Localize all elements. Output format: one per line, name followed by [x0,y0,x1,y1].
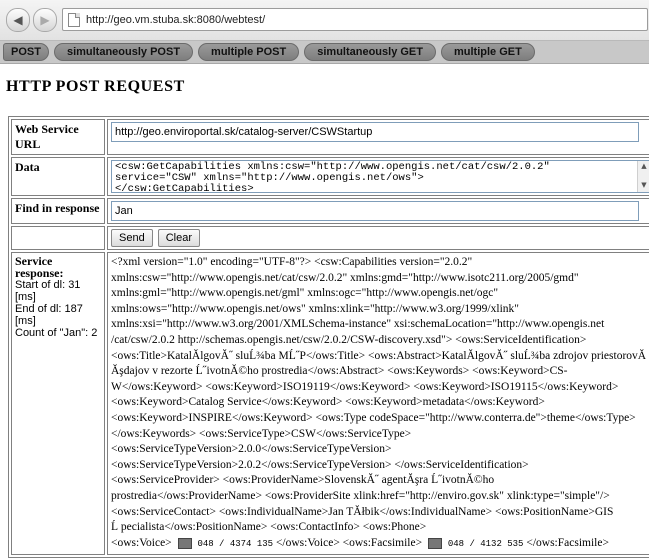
find-input[interactable]: Jan [111,201,639,221]
tab-multiple-get[interactable]: multiple GET [440,43,535,61]
find-label: Find in response [11,198,105,224]
tab-multiple-post[interactable]: multiple POST [198,43,300,61]
clear-button[interactable]: Clear [157,229,200,247]
start-time: Start of dl: 31 [ms] [15,279,81,303]
ws-url-label: Web Service URL [11,119,105,155]
voice-open: <ows:Voice> [111,536,172,549]
voice-number: 048 / 4374 135 [197,538,274,549]
page-icon [68,12,80,27]
response-label: Service response: [15,254,64,280]
response-line: W</ows:Keyword> <ows:Keyword>ISO19119</o… [111,380,619,393]
scroll-down-icon[interactable]: ▼ [638,180,649,191]
response-stats: Service response: Start of dl: 31 [ms] E… [11,252,105,556]
scroll-up-icon[interactable]: ▲ [638,161,649,172]
request-form: Web Service URL http://geo.enviroportal.… [8,116,649,558]
tab-simultaneously-post[interactable]: simultaneously POST [53,43,194,61]
response-line: /cat/csw/2.0.2 http://schemas.opengis.ne… [111,333,587,346]
data-line: </csw:GetCapabilities> [115,183,254,193]
send-button[interactable]: Send [111,229,153,247]
data-scrollbar[interactable]: ▲ ▼ [637,161,649,192]
fax-close: </ows:Facsimile> [526,536,609,549]
browser-toolbar: ◀ ▶ http://geo.vm.stuba.sk:8080/webtest/ [0,0,649,41]
address-bar[interactable]: http://geo.vm.stuba.sk:8080/webtest/ [62,8,648,31]
forward-arrow-icon[interactable]: ▶ [33,8,57,32]
phone-icon [177,537,192,549]
ws-url-input[interactable]: http://geo.enviroportal.sk/catalog-serve… [111,122,639,142]
url-text: http://geo.vm.stuba.sk:8080/webtest/ [86,13,266,26]
back-arrow-icon[interactable]: ◀ [6,8,30,32]
response-line: xmlns:xsi="http://www.w3.org/2001/XMLSch… [111,318,605,331]
fax-number: 048 / 4132 535 [447,538,524,549]
response-line: <ows:Keyword>INSPIRE</ows:Keyword> <ows:… [111,411,636,424]
page-title: HTTP POST REQUEST [6,78,185,95]
match-count: Count of "Jan": 2 [15,327,98,339]
response-line-phone: <ows:Voice> 048 / 4374 135 </ows:Voice> … [111,536,646,553]
response-line: <ows:ServiceTypeVersion>2.0.0</ows:Servi… [111,443,392,456]
fax-icon [427,537,442,549]
response-line: xmlns:ows="http://www.opengis.net/ows" x… [111,302,519,315]
data-textarea[interactable]: <csw:GetCapabilities xmlns:csw="http://w… [111,160,649,193]
response-line: <?xml version="1.0" encoding="UTF-8"?> <… [111,256,473,268]
response-body: <?xml version="1.0" encoding="UTF-8"?> <… [111,255,646,552]
voice-close: </ows:Voice> <ows:Facsimile> [275,536,423,549]
response-line: <ows:ServiceTypeVersion>2.0.2</ows:Servi… [111,458,529,471]
response-line: <ows:Keyword>Catalog Service</ows:Keywor… [111,396,545,409]
response-line: <ows:ServiceProvider> <ows:ProviderName>… [111,474,495,487]
response-line: xmlns:csw="http://www.opengis.net/cat/cs… [111,271,579,284]
empty-cell [11,226,105,250]
response-line: </ows:Keywords> <ows:ServiceType>CSW</ow… [111,427,412,440]
response-line: xmlns:gml="http://www.opengis.net/gml" x… [111,287,499,300]
tab-post[interactable]: POST [3,43,49,61]
end-time: End of dl: 187 [ms] [15,303,83,327]
data-label: Data [11,157,105,196]
tabs-bar: POST simultaneously POST multiple POST s… [0,41,649,64]
response-line: <ows:Title>KatalĂlgovĂ˝ sluĹ¾ba MĹ˝P</ow… [111,349,646,362]
response-line: Ĺ pecialista</ows:PositionName> <ows:Con… [111,521,427,534]
response-line: <ows:ServiceContact> <ows:IndividualName… [111,505,614,518]
response-line: Ăşdajov v rezorte Ĺ˝ivotnĂ©ho prostredia… [111,365,568,378]
response-line: prostredia</ows:ProviderName> <ows:Provi… [111,489,610,502]
tab-simultaneously-get[interactable]: simultaneously GET [304,43,436,61]
